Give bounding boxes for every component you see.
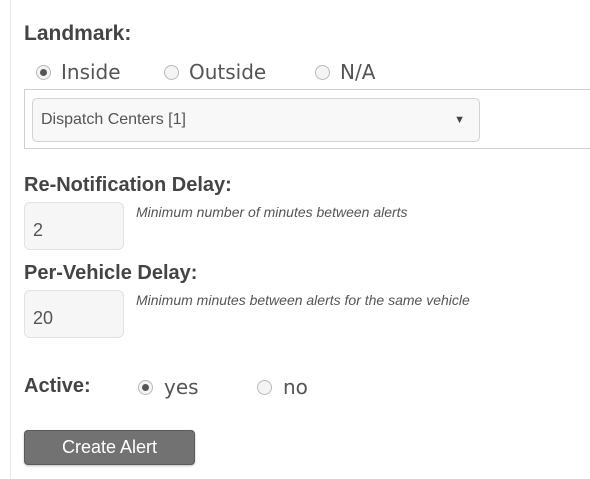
landmark-radio-outside[interactable]: [164, 64, 179, 80]
landmark-radio-na[interactable]: [315, 64, 330, 80]
per-vehicle-label: Per-Vehicle Delay:: [24, 262, 198, 284]
landmark-option-inside[interactable]: Inside: [36, 60, 121, 84]
chevron-down-icon[interactable]: ▼: [454, 114, 465, 126]
landmark-option-label: Inside: [61, 60, 121, 84]
create-alert-button[interactable]: Create Alert: [24, 430, 195, 465]
active-radio-yes[interactable]: [138, 379, 153, 395]
active-option-no[interactable]: no: [257, 375, 308, 399]
landmark-select-value: Dispatch Centers [1]: [41, 111, 186, 128]
active-option-yes[interactable]: yes: [138, 375, 199, 399]
active-radio-no[interactable]: [257, 379, 272, 395]
landmark-option-na[interactable]: N/A: [315, 60, 375, 84]
renotification-label: Re-Notification Delay:: [24, 174, 232, 196]
per-vehicle-hint: Minimum minutes between alerts for the s…: [136, 292, 470, 308]
renotification-hint: Minimum number of minutes between alerts: [136, 204, 408, 220]
landmark-select[interactable]: Dispatch Centers [1] ▼: [32, 98, 480, 142]
landmark-label: Landmark:: [24, 22, 132, 45]
active-label: Active:: [24, 375, 91, 397]
landmark-option-outside[interactable]: Outside: [164, 60, 266, 84]
alert-form: Landmark: Inside Outside N/A Dispatch Ce…: [0, 0, 590, 479]
landmark-radio-inside[interactable]: [36, 64, 51, 80]
active-option-label: yes: [164, 375, 199, 399]
renotification-input[interactable]: 2: [24, 202, 124, 250]
per-vehicle-input[interactable]: 20: [24, 290, 124, 338]
active-option-label: no: [283, 375, 308, 399]
landmark-option-label: N/A: [340, 60, 376, 84]
landmark-option-label: Outside: [189, 60, 267, 84]
renotification-value: 2: [33, 220, 44, 240]
divider: [10, 0, 11, 479]
per-vehicle-value: 20: [33, 308, 54, 328]
